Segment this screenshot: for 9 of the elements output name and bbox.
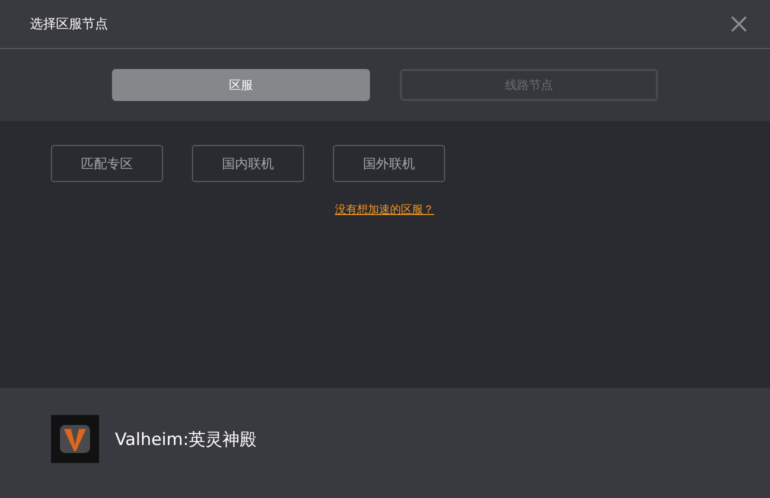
help-link[interactable]: 没有想加速的区服？ — [335, 202, 434, 217]
tab[interactable]: 区服 — [112, 69, 370, 101]
game-name: Valheim:英灵神殿 — [115, 428, 257, 450]
game-logo-icon — [51, 415, 99, 463]
region-button[interactable]: 匹配专区 — [51, 145, 163, 182]
close-icon[interactable] — [730, 15, 748, 33]
region-button[interactable]: 国外联机 — [333, 145, 445, 182]
region-button[interactable]: 国内联机 — [192, 145, 304, 182]
window-title: 选择区服节点 — [30, 16, 108, 33]
